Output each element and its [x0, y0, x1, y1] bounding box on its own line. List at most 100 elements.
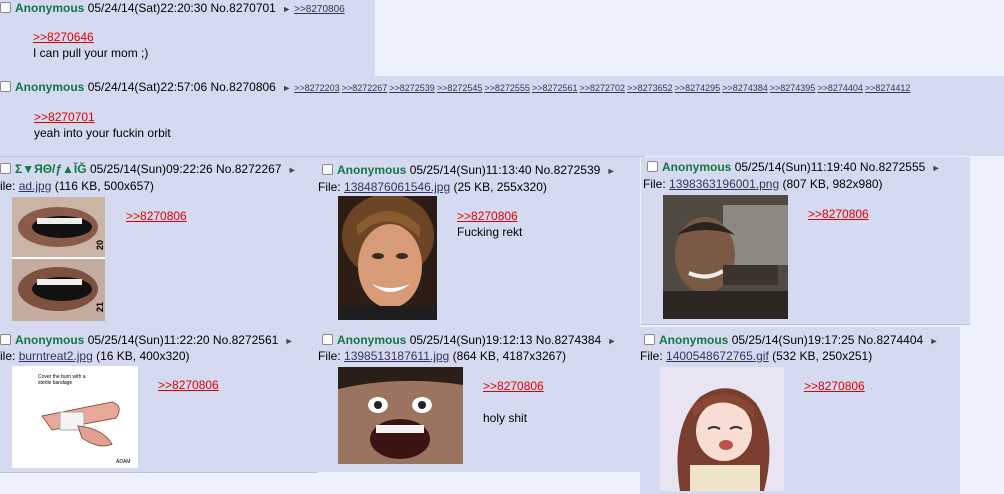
backlink[interactable]: >>8272539 [389, 83, 435, 93]
quote-link[interactable]: >>8270806 [804, 379, 865, 393]
checkbox-icon[interactable] [0, 2, 11, 13]
quote-link[interactable]: >>8270806 [808, 207, 869, 221]
post-datetime: 05/25/14(Sun)19:12:13 [409, 333, 533, 347]
file-label: ile: [0, 349, 19, 363]
backlink[interactable]: >>8274384 [722, 83, 768, 93]
arrow-right-icon[interactable]: ► [932, 163, 941, 173]
quote-link[interactable]: >>8270806 [483, 379, 544, 393]
file-meta: (25 KB, 255x320) [453, 180, 547, 194]
file-info: File: 1384876061546.jpg (25 KB, 255x320) [318, 180, 547, 194]
arrow-right-icon[interactable]: ► [282, 4, 291, 14]
post-number[interactable]: No.8274404 [858, 333, 923, 347]
post-number[interactable]: No.8274384 [536, 333, 601, 347]
thumbnail-image[interactable]: 20 21 [12, 197, 105, 321]
backlink[interactable]: >>8272545 [437, 83, 483, 93]
post-header: Anonymous 05/25/14(Sun)19:17:25 No.82744… [644, 333, 941, 348]
file-meta: (807 KB, 982x980) [782, 177, 883, 191]
post-header: Anonymous 05/25/14(Sun)19:12:13 No.82743… [322, 333, 619, 348]
backlink[interactable]: >>8272203 [294, 83, 340, 93]
post-8274404: Anonymous 05/25/14(Sun)19:17:25 No.82744… [640, 327, 960, 494]
post-number[interactable]: No.8272561 [213, 333, 278, 347]
arrow-right-icon[interactable]: ► [607, 166, 616, 176]
post-message: yeah into your fuckin orbit [34, 126, 171, 140]
backlink-list: >>8272203 >>8272267 >>8272539 >>8272545 >>82… [294, 80, 912, 94]
quote-link[interactable]: >>8270806 [126, 209, 187, 223]
post-datetime: 05/24/14(Sat)22:20:30 [87, 1, 208, 15]
backlink[interactable]: >>8272267 [342, 83, 388, 93]
file-meta: (16 KB, 400x320) [96, 349, 190, 363]
quote-link[interactable]: >>8270806 [158, 378, 219, 392]
backlink[interactable]: >>8272561 [532, 83, 578, 93]
post-header: Anonymous 05/25/14(Sun)11:19:40 No.82725… [647, 160, 944, 175]
backlink[interactable]: >>8270806 [294, 4, 345, 15]
post-number[interactable]: No.8270806 [210, 80, 275, 94]
backlink[interactable]: >>8274404 [817, 83, 863, 93]
checkbox-icon[interactable] [644, 334, 655, 345]
thumbnail-image[interactable]: Cover the burn with a sterile bandage AD… [12, 366, 138, 468]
file-link[interactable]: 1398363196001.png [669, 177, 779, 191]
arrow-right-icon[interactable]: ► [608, 336, 617, 346]
post-number[interactable]: No.8272267 [216, 162, 281, 176]
thumbnail-image[interactable] [663, 195, 788, 319]
file-info: ile: ad.jpg (116 KB, 500x657) [0, 179, 154, 193]
post-datetime: 05/25/14(Sun)09:22:26 [89, 162, 213, 176]
post-number[interactable]: No.8272555 [860, 160, 925, 174]
file-info: File: 1398513187611.jpg (864 KB, 4187x32… [318, 349, 566, 363]
post-datetime: 05/25/14(Sun)19:17:25 [731, 333, 855, 347]
checkbox-icon[interactable] [0, 334, 11, 345]
poster-name: Σ▼ЯΘ/ƒ▲ĬĞ [15, 162, 87, 176]
file-link[interactable]: ad.jpg [19, 179, 52, 193]
thumb-credit: ADAM [116, 459, 131, 465]
backlink[interactable]: >>8274295 [675, 83, 721, 93]
quote-link[interactable]: >>8270646 [33, 30, 94, 44]
thumbnail-image[interactable] [338, 196, 437, 320]
file-link[interactable]: 1384876061546.jpg [344, 180, 450, 194]
checkbox-icon[interactable] [0, 163, 11, 174]
file-link[interactable]: burntreat2.jpg [19, 349, 93, 363]
post-datetime: 05/24/14(Sat)22:57:06 [87, 80, 208, 94]
checkbox-icon[interactable] [322, 334, 333, 345]
arrow-right-icon[interactable]: ► [288, 165, 297, 175]
checkbox-icon[interactable] [647, 161, 658, 172]
file-link[interactable]: 1400548672765.gif [666, 349, 769, 363]
post-message: I can pull your mom ;) [33, 46, 149, 60]
post-header: Anonymous 05/25/14(Sun)11:22:20 No.82725… [0, 333, 297, 348]
backlink[interactable]: >>8273652 [627, 83, 673, 93]
file-info: File: 1398363196001.png (807 KB, 982x980… [643, 177, 883, 191]
post-8272555: Anonymous 05/25/14(Sun)11:19:40 No.82725… [641, 157, 970, 324]
post-8272267: Σ▼ЯΘ/ƒ▲ĬĞ 05/25/14(Sun)09:22:26 No.82722… [0, 157, 318, 327]
backlink[interactable]: >>8272702 [580, 83, 626, 93]
file-link[interactable]: 1398513187611.jpg [344, 349, 449, 363]
post-8270701: Anonymous 05/24/14(Sat)22:20:30 No.82707… [0, 0, 375, 82]
poster-name: Anonymous [15, 333, 85, 347]
file-meta: (532 KB, 250x251) [772, 349, 873, 363]
thumb-caption: Cover the burn with a sterile bandage [38, 374, 86, 386]
post-header: Anonymous 05/24/14(Sat)22:57:06 No.82708… [0, 80, 912, 95]
backlink[interactable]: >>8274412 [865, 83, 911, 93]
arrow-right-icon[interactable]: ► [285, 336, 294, 346]
post-message: holy shit [483, 411, 528, 425]
checkbox-icon[interactable] [0, 81, 11, 92]
post-header: Anonymous 05/25/14(Sun)11:13:40 No.82725… [322, 163, 619, 178]
backlink[interactable]: >>8274395 [770, 83, 816, 93]
thumbnail-image[interactable] [338, 367, 463, 464]
arrow-right-icon[interactable]: ► [930, 336, 939, 346]
file-meta: (116 KB, 500x657) [54, 179, 154, 193]
backlink[interactable]: >>8272555 [484, 83, 530, 93]
post-8270806: Anonymous 05/24/14(Sat)22:57:06 No.82708… [0, 76, 1004, 156]
post-8272561: Anonymous 05/25/14(Sun)11:22:20 No.82725… [0, 327, 318, 472]
post-datetime: 05/25/14(Sun)11:13:40 [409, 163, 532, 177]
file-info: File: 1400548672765.gif (532 KB, 250x251… [640, 349, 872, 363]
arrow-right-icon[interactable]: ► [282, 83, 291, 93]
post-number[interactable]: No.8272539 [535, 163, 600, 177]
poster-name: Anonymous [337, 163, 407, 177]
quote-link[interactable]: >>8270701 [34, 110, 95, 124]
checkbox-icon[interactable] [322, 164, 333, 175]
thumbnail-image[interactable] [660, 367, 784, 491]
quote-link[interactable]: >>8270806 [457, 209, 518, 223]
file-meta: (864 KB, 4187x3267) [452, 349, 566, 363]
file-label: File: [318, 349, 345, 363]
separator [0, 472, 318, 473]
post-number[interactable]: No.8270701 [210, 1, 275, 15]
thumb-label: 20 [95, 239, 105, 251]
